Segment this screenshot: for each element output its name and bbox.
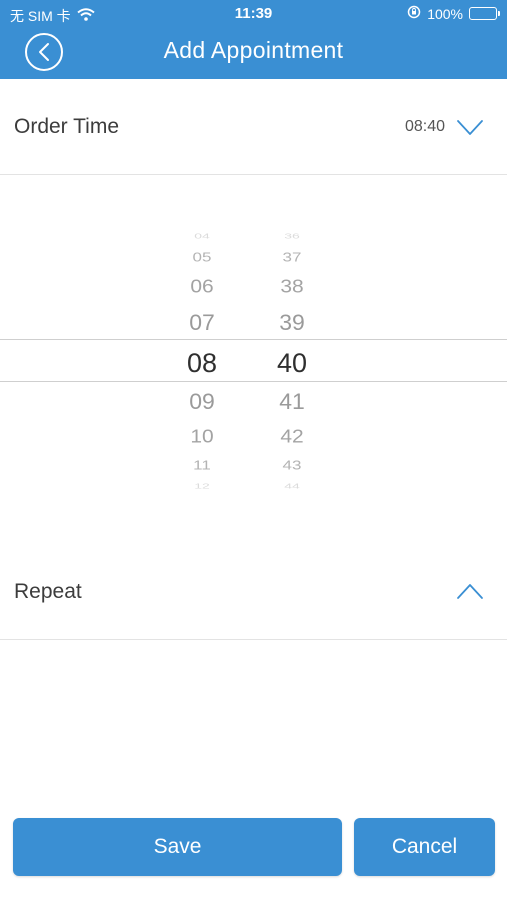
hour-option[interactable]: 12 [172,482,232,490]
hour-option[interactable]: 07 [172,310,232,333]
minute-option[interactable]: 41 [262,389,322,412]
battery-percent: 100% [427,5,463,22]
chevron-down-icon[interactable] [455,117,485,137]
repeat-row[interactable]: Repeat [0,544,507,640]
page-title: Add Appointment [163,37,344,63]
repeat-label: Repeat [14,579,82,603]
minute-option[interactable]: 40 [262,349,322,377]
hour-option[interactable]: 10 [172,427,232,446]
hour-option[interactable]: 04 [172,232,232,240]
hour-option[interactable]: 05 [172,251,232,264]
navigation-header: 无 SIM 卡 11:39 100% Add Appointment [0,0,507,79]
minute-option[interactable]: 44 [262,482,322,490]
picker-selection-top-line [0,339,507,340]
time-picker: 04 05 06 07 08 09 10 11 12 36 37 38 39 40 41 42 43 44 [0,216,507,501]
order-time-value: 08:40 [404,117,445,135]
battery-icon [469,7,500,20]
hour-option[interactable]: 11 [172,459,232,472]
picker-selection-bottom-line [0,381,507,382]
minute-option[interactable]: 39 [262,310,322,333]
minute-option[interactable]: 38 [262,277,322,296]
orientation-lock-icon [407,5,421,22]
order-time-row[interactable]: Order Time 08:40 [0,79,507,175]
minute-wheel[interactable]: 36 37 38 39 40 41 42 43 44 [262,216,322,501]
minute-option[interactable]: 43 [262,459,322,472]
order-time-label: Order Time [14,114,120,138]
chevron-up-icon[interactable] [455,582,485,602]
minute-option[interactable]: 37 [262,251,322,264]
hour-option[interactable]: 09 [172,389,232,412]
hour-option[interactable]: 08 [172,349,232,377]
hour-wheel[interactable]: 04 05 06 07 08 09 10 11 12 [172,216,232,501]
hour-option[interactable]: 06 [172,277,232,296]
status-bar: 无 SIM 卡 11:39 100% [0,0,507,28]
minute-option[interactable]: 42 [262,427,322,446]
status-right: 100% [407,5,500,22]
save-button[interactable]: Save [13,818,342,876]
cancel-button[interactable]: Cancel [354,818,495,876]
minute-option[interactable]: 36 [262,232,322,240]
